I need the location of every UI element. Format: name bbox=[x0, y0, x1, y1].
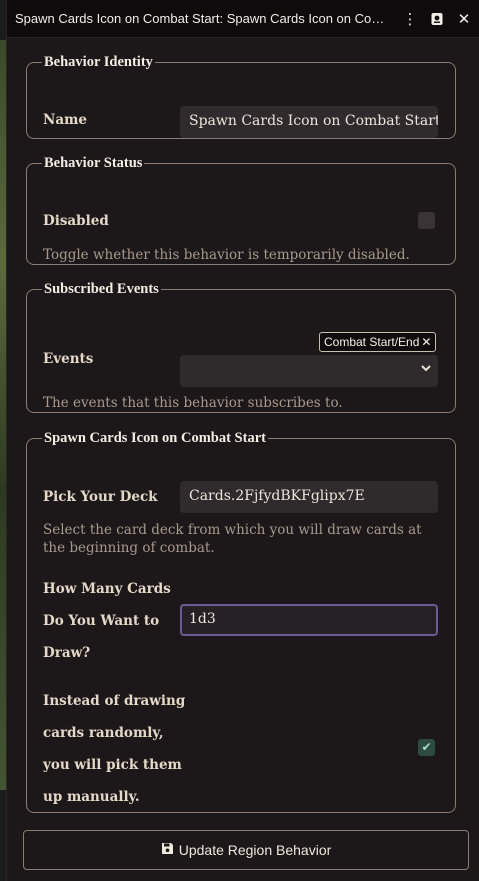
event-tag-combat-start-end: Combat Start/End ✕ bbox=[319, 332, 437, 352]
subscribed-events-group: Subscribed Events Combat Start/End ✕ Even… bbox=[26, 281, 456, 413]
close-icon[interactable]: ✕ bbox=[454, 9, 474, 29]
name-input[interactable]: Spawn Cards Icon on Combat Start bbox=[180, 106, 438, 138]
events-select[interactable] bbox=[180, 355, 438, 387]
pick-deck-label: Pick Your Deck bbox=[43, 489, 158, 505]
events-label: Events bbox=[43, 351, 94, 367]
behavior-identity-group: Behavior Identity Name Spawn Cards Icon … bbox=[26, 54, 456, 139]
journal-icon[interactable] bbox=[427, 9, 447, 29]
remove-tag-icon[interactable]: ✕ bbox=[421, 335, 431, 349]
manual-pick-checkbox[interactable]: ✔ bbox=[418, 739, 435, 756]
deck-hint: Select the card deck from which you will… bbox=[43, 522, 422, 556]
window-title: Spawn Cards Icon on Combat Start: Spawn … bbox=[15, 11, 395, 26]
kebab-menu-icon[interactable]: ⋮ bbox=[400, 9, 420, 29]
chevron-down-icon bbox=[420, 362, 432, 378]
manual-pick-label-line-2: cards randomly, bbox=[43, 725, 164, 741]
manual-pick-label-line-3: you will pick them bbox=[43, 757, 182, 773]
disabled-label: Disabled bbox=[43, 213, 109, 229]
save-icon bbox=[161, 842, 174, 859]
card-count-label-line-3: Draw? bbox=[43, 645, 91, 661]
disabled-checkbox[interactable] bbox=[418, 212, 435, 229]
manual-pick-label-line-4: up manually. bbox=[43, 789, 140, 805]
card-count-input[interactable]: 1d3 bbox=[180, 604, 438, 636]
card-count-label-line-1: How Many Cards bbox=[43, 581, 171, 597]
event-tag-label: Combat Start/End bbox=[324, 335, 420, 349]
disabled-hint: Toggle whether this behavior is temporar… bbox=[43, 247, 410, 263]
deck-input[interactable]: Cards.2FjfydBKFglipx7E bbox=[180, 481, 438, 513]
spawn-cards-legend: Spawn Cards Icon on Combat Start bbox=[44, 430, 266, 446]
behavior-identity-legend: Behavior Identity bbox=[44, 54, 153, 70]
update-region-behavior-button[interactable]: Update Region Behavior bbox=[23, 830, 469, 870]
events-hint: The events that this behavior subscribes… bbox=[43, 395, 343, 411]
spawn-cards-group: Spawn Cards Icon on Combat Start Pick Yo… bbox=[26, 430, 456, 813]
manual-pick-label-line-1: Instead of drawing bbox=[43, 693, 186, 709]
card-count-label-line-2: Do You Want to bbox=[43, 613, 160, 629]
name-label: Name bbox=[43, 112, 87, 128]
region-behavior-config-window: Spawn Cards Icon on Combat Start: Spawn … bbox=[6, 0, 479, 881]
update-button-label: Update Region Behavior bbox=[178, 842, 332, 858]
window-titlebar[interactable]: Spawn Cards Icon on Combat Start: Spawn … bbox=[7, 0, 479, 38]
subscribed-events-legend: Subscribed Events bbox=[44, 281, 159, 297]
behavior-status-group: Behavior Status Disabled Toggle whether … bbox=[26, 155, 456, 265]
behavior-status-legend: Behavior Status bbox=[44, 155, 143, 171]
